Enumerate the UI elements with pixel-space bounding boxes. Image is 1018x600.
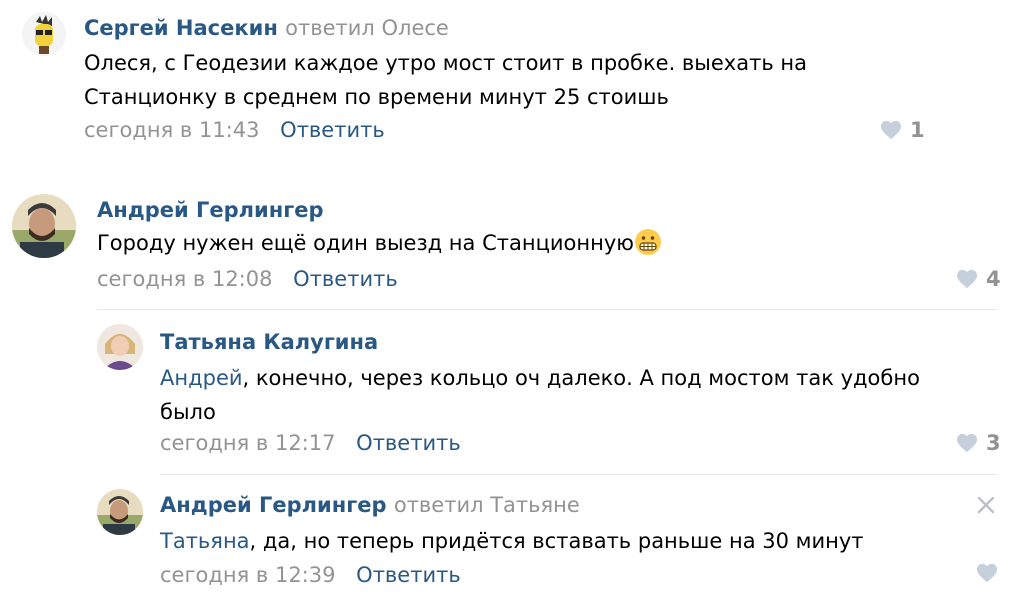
close-button[interactable] — [976, 495, 996, 515]
author-name[interactable]: Андрей Герлингер — [97, 198, 324, 222]
author-name[interactable]: Сергей Насекин — [84, 16, 278, 40]
reply-button[interactable]: Ответить — [280, 118, 385, 142]
heart-icon — [957, 269, 977, 289]
comment-author[interactable]: Андрей Герлингер ответил Татьяне — [160, 493, 580, 517]
comment-time[interactable]: сегодня в 12:08 — [97, 267, 272, 291]
comment-text-line: , да, но теперь придётся вставать раньше… — [249, 529, 864, 553]
replied-to-label[interactable]: ответил Олесе — [285, 16, 449, 40]
avatar-tatyana[interactable] — [97, 324, 143, 370]
close-icon — [977, 496, 995, 514]
like-button[interactable]: 4 — [956, 267, 1001, 291]
comment-time[interactable]: сегодня в 12:39 — [160, 563, 335, 587]
author-name[interactable]: Андрей Герлингер — [160, 493, 387, 517]
reply-button[interactable]: Ответить — [356, 563, 461, 587]
heart-icon — [977, 563, 997, 583]
avatar-andrey[interactable] — [12, 194, 76, 258]
comment-meta: сегодня в 12:17 Ответить — [160, 431, 461, 455]
avatar-andrey[interactable] — [97, 489, 143, 535]
like-count: 4 — [986, 267, 1001, 291]
comment-text-line: было — [160, 400, 216, 424]
author-name[interactable]: Татьяна Калугина — [160, 330, 378, 354]
comment-text-line: Станционку в среднем по времени минут 25… — [84, 85, 669, 109]
comment-text-line: , конечно, через кольцо оч далеко. А под… — [242, 366, 920, 390]
heart-icon — [881, 120, 901, 140]
like-count: 3 — [986, 431, 1001, 455]
comment-andrey-1: Андрей Герлингер Городу нужен ещё один в… — [0, 160, 1018, 310]
comment-sergey: Сергей Насекин ответил Олесе Олеся, с Ге… — [0, 0, 1018, 160]
comment-andrey-2: Андрей Герлингер ответил Татьяне Татьяна… — [0, 475, 1018, 600]
comment-meta: сегодня в 11:43 Ответить — [84, 118, 385, 142]
comment-author[interactable]: Сергей Насекин ответил Олесе — [84, 16, 449, 40]
replied-to-label[interactable]: ответил Татьяне — [394, 493, 580, 517]
comment-text-line: Городу нужен ещё один выезд на Станционн… — [97, 231, 634, 255]
mention-link[interactable]: Андрей — [160, 366, 243, 390]
comment-meta: сегодня в 12:39 Ответить — [160, 563, 461, 587]
comment-text: Андрей, конечно, через кольцо оч далеко.… — [160, 361, 920, 429]
grimacing-face-emoji — [634, 228, 662, 266]
comment-author[interactable]: Татьяна Калугина — [160, 330, 378, 354]
like-button[interactable]: 1 — [880, 118, 925, 142]
comment-text-line: Олеся, с Геодезии каждое утро мост стоит… — [84, 51, 807, 75]
comment-author[interactable]: Андрей Герлингер — [97, 198, 324, 222]
like-count: 1 — [910, 118, 925, 142]
comment-time[interactable]: сегодня в 11:43 — [84, 118, 259, 142]
comment-text: Олеся, с Геодезии каждое утро мост стоит… — [84, 46, 807, 114]
like-button[interactable]: 3 — [956, 431, 1001, 455]
avatar-sergey[interactable] — [22, 12, 66, 56]
comment-tatyana: Татьяна Калугина Андрей, конечно, через … — [0, 310, 1018, 470]
comment-time[interactable]: сегодня в 12:17 — [160, 431, 335, 455]
comment-text: Татьяна, да, но теперь придётся вставать… — [160, 524, 864, 558]
reply-button[interactable]: Ответить — [293, 267, 398, 291]
reply-button[interactable]: Ответить — [356, 431, 461, 455]
comment-meta: сегодня в 12:08 Ответить — [97, 267, 398, 291]
comment-text: Городу нужен ещё один выезд на Станционн… — [97, 226, 662, 266]
mention-link[interactable]: Татьяна — [160, 529, 250, 553]
heart-icon — [957, 433, 977, 453]
like-button[interactable] — [976, 563, 1006, 583]
